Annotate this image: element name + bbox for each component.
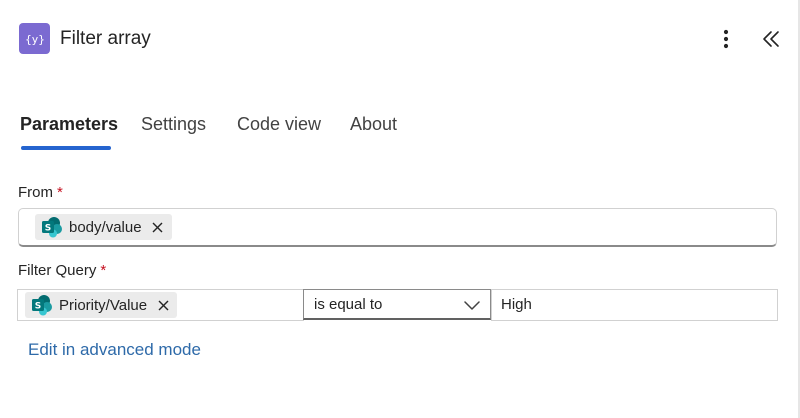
remove-token-button[interactable] — [152, 221, 164, 233]
remove-token-button[interactable] — [157, 299, 169, 311]
data-operation-icon: {y} — [19, 23, 50, 54]
filter-query-label-text: Filter Query — [18, 262, 97, 279]
edit-advanced-mode-link[interactable]: Edit in advanced mode — [28, 339, 201, 361]
from-label-text: From — [18, 184, 53, 201]
filter-query-row: S Priority/Value is equal to High — [17, 289, 778, 321]
close-icon — [158, 300, 169, 310]
collapse-panel-button[interactable] — [758, 26, 784, 52]
double-chevron-left-icon — [763, 31, 779, 47]
sharepoint-icon: S — [42, 217, 62, 238]
svg-text:S: S — [45, 224, 51, 234]
filter-query-label: Filter Query * — [18, 261, 106, 281]
svg-text:{y}: {y} — [26, 33, 44, 46]
filter-value-input[interactable]: High — [491, 289, 778, 321]
required-marker: * — [57, 184, 63, 201]
from-token[interactable]: S body/value — [35, 214, 172, 240]
from-input[interactable]: S body/value — [18, 208, 777, 247]
operator-dropdown[interactable]: is equal to — [303, 289, 491, 320]
panel-header: {y} Filter array — [0, 0, 800, 78]
panel-title: Filter array — [60, 28, 151, 49]
filter-array-panel: {y} Filter array Parameters Settings Cod… — [0, 0, 800, 418]
svg-text:S: S — [35, 302, 41, 312]
tab-code-view[interactable]: Code view — [237, 112, 321, 136]
close-icon — [152, 222, 163, 232]
tab-settings[interactable]: Settings — [141, 112, 206, 136]
operator-selected-value: is equal to — [314, 296, 383, 313]
filter-value-text: High — [501, 296, 532, 313]
filter-left-token[interactable]: S Priority/Value — [25, 292, 178, 318]
filter-left-operand-input[interactable]: S Priority/Value — [17, 289, 304, 321]
from-label: From * — [18, 183, 63, 203]
more-vertical-icon — [723, 29, 729, 49]
tab-about[interactable]: About — [350, 112, 397, 136]
sharepoint-icon: S — [32, 295, 52, 316]
more-options-button[interactable] — [714, 26, 738, 52]
tab-parameters[interactable]: Parameters — [20, 112, 118, 136]
required-marker: * — [100, 262, 107, 279]
active-tab-indicator — [21, 146, 111, 150]
chevron-down-icon — [464, 301, 480, 310]
from-token-label: body/value — [69, 218, 142, 236]
filter-left-token-label: Priority/Value — [59, 296, 148, 314]
